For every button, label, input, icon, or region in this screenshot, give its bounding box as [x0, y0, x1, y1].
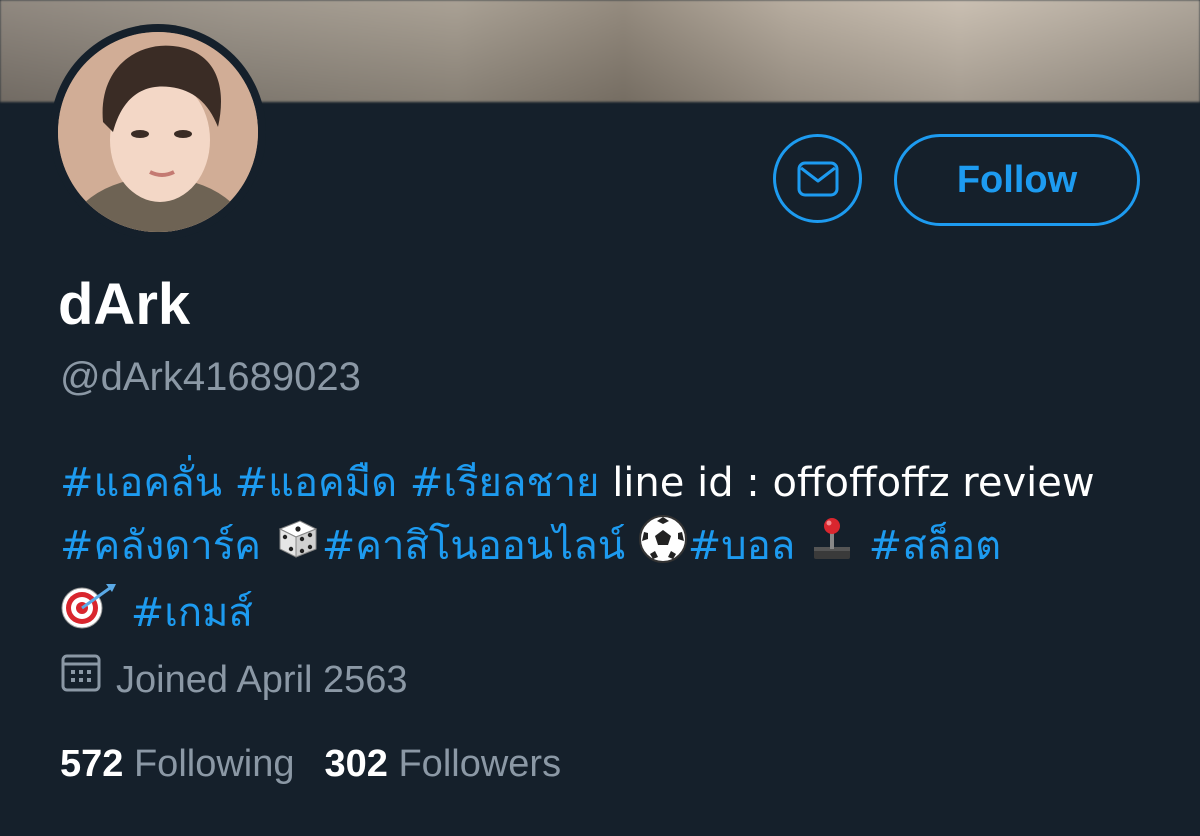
avatar-photo	[58, 32, 258, 232]
envelope-icon	[797, 161, 838, 196]
hashtag-link[interactable]: #คาสิโนออนไลน์	[322, 523, 625, 569]
following-label: Following	[133, 743, 295, 785]
profile-bio: #แอคลั่น #แอคมืด #เรียลชาย line id : off…	[60, 452, 1160, 648]
message-button[interactable]	[773, 134, 862, 223]
bio-text: line id : offoffoffz review	[612, 460, 1095, 506]
following-link[interactable]: 572 Following	[60, 738, 295, 790]
hashtag-link[interactable]: #สล็อต	[869, 523, 1001, 569]
followers-link[interactable]: 302 Followers	[325, 738, 562, 790]
hashtag-link[interactable]: #เกมส์	[131, 590, 253, 636]
follow-button[interactable]: Follow	[894, 134, 1140, 226]
profile-page: Follow dArk @dArk41689023 #แอคลั่น #แอคม…	[0, 0, 1200, 836]
hashtag-link[interactable]: #แอคลั่น	[60, 460, 222, 506]
joined-date: Joined April 2563	[60, 652, 408, 708]
followers-label: Followers	[398, 743, 562, 785]
soccer-ball-icon	[638, 514, 688, 582]
joystick-icon	[808, 515, 856, 581]
dice-icon	[274, 515, 322, 581]
followers-count: 302	[324, 743, 388, 785]
avatar[interactable]	[58, 32, 258, 232]
hashtag-link[interactable]: #แอคมืด	[235, 460, 397, 506]
display-name: dArk	[58, 272, 191, 337]
hashtag-link[interactable]: #เรียลชาย	[410, 460, 600, 506]
calendar-icon	[60, 652, 102, 708]
joined-label: Joined April 2563	[116, 659, 408, 701]
hashtag-link[interactable]: #คลังดาร์ค	[60, 523, 261, 569]
target-icon	[60, 582, 118, 648]
follow-stats: 572 Following 302 Followers	[60, 738, 561, 790]
hashtag-link[interactable]: #บอล	[688, 523, 795, 569]
following-count: 572	[60, 743, 124, 785]
user-handle: @dArk41689023	[60, 355, 361, 399]
